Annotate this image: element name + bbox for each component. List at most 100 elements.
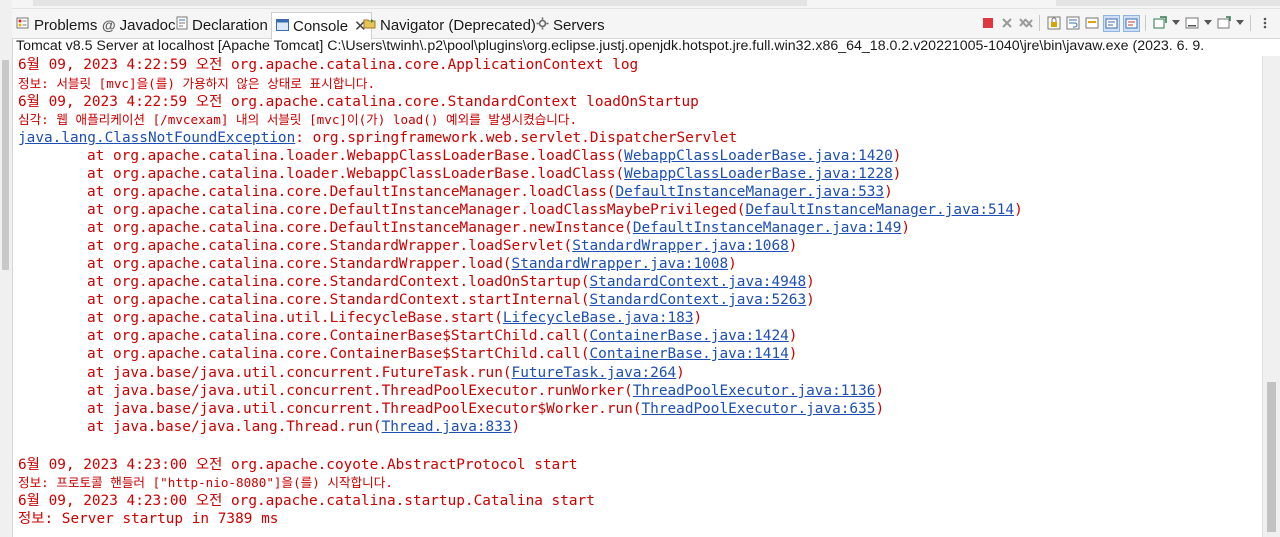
- scroll-lock-icon[interactable]: [1046, 15, 1062, 31]
- stack-frame-link[interactable]: WebappClassLoaderBase.java:1228: [624, 166, 893, 182]
- stack-frame-text: at org.apache.catalina.util.LifecycleBas…: [87, 310, 503, 326]
- servers-icon: [536, 17, 549, 34]
- stack-frame-text: at java.base/java.util.concurrent.Future…: [87, 365, 512, 381]
- tab-javadoc[interactable]: @ Javadoc: [102, 13, 176, 37]
- stack-frame-text: at org.apache.catalina.core.StandardWrap…: [87, 256, 512, 272]
- tab-declaration[interactable]: Declaration: [176, 13, 268, 37]
- stack-frame-end: ): [806, 274, 815, 290]
- tab-navigator[interactable]: Navigator (Deprecated): [363, 13, 536, 37]
- stack-frame: at java.base/java.util.concurrent.Future…: [18, 364, 685, 382]
- stack-frame-link[interactable]: ContainerBase.java:1424: [590, 328, 789, 344]
- toolbar-separator: [1145, 15, 1146, 31]
- remove-launch-icon[interactable]: [999, 15, 1015, 31]
- stack-frame-text: at org.apache.catalina.core.DefaultInsta…: [87, 184, 616, 200]
- word-wrap-icon[interactable]: [1065, 15, 1081, 31]
- stack-frame-link[interactable]: StandardContext.java:4948: [590, 274, 807, 290]
- stack-frame-link[interactable]: LifecycleBase.java:183: [503, 310, 694, 326]
- stack-frame: at org.apache.catalina.core.DefaultInsta…: [18, 183, 893, 201]
- exception-message: : org.springframework.web.servlet.Dispat…: [295, 130, 738, 146]
- tab-servers[interactable]: Servers: [536, 13, 605, 37]
- stack-frame: at org.apache.catalina.core.DefaultInsta…: [18, 219, 910, 237]
- stack-frame-link[interactable]: DefaultInstanceManager.java:149: [633, 220, 902, 236]
- stack-frame-text: at org.apache.catalina.core.ContainerBas…: [87, 328, 590, 344]
- stack-frame: at org.apache.catalina.core.StandardCont…: [18, 273, 815, 291]
- stack-frame-end: ): [788, 328, 798, 344]
- console-line: 정보: Server startup in 7389 ms: [18, 511, 279, 527]
- stack-frame: at org.apache.catalina.core.ContainerBas…: [18, 327, 797, 345]
- stack-frame-link[interactable]: DefaultInstanceManager.java:514: [745, 202, 1014, 218]
- dropdown-chevron-icon[interactable]: [1203, 15, 1213, 31]
- stack-frame: at java.base/java.util.concurrent.Thread…: [18, 400, 884, 418]
- stack-frame-text: at java.base/java.lang.Thread.run(: [87, 419, 382, 435]
- console-line: 6월 09, 2023 4:22:59 오전 org.apache.catali…: [18, 94, 699, 110]
- stack-frame-end: ): [693, 310, 703, 326]
- view-tab-bar: Problems @ Javadoc Declaration Console ✕…: [12, 9, 1280, 40]
- exception-line: java.lang.ClassNotFoundException: org.sp…: [18, 129, 737, 147]
- stack-frame-end: ): [788, 238, 798, 254]
- stack-frame-end: ): [788, 346, 798, 362]
- console-scroll-thumb[interactable]: [1267, 382, 1276, 532]
- stack-frame-end: ): [892, 166, 902, 182]
- console-line: 정보: 프로토콜 핸들러 ["http-nio-8080"]을(를) 시작합니다…: [18, 475, 393, 490]
- remove-all-terminated-icon[interactable]: [1018, 15, 1034, 31]
- stack-frame-link[interactable]: StandardWrapper.java:1008: [512, 256, 729, 272]
- stack-frame-link[interactable]: StandardContext.java:5263: [590, 292, 807, 308]
- tab-console-label: Console: [293, 17, 349, 35]
- display-selected-console-icon[interactable]: [1152, 15, 1168, 31]
- tab-javadoc-label: Javadoc: [119, 16, 176, 34]
- show-on-stderr-icon[interactable]: [1102, 14, 1120, 32]
- stack-frame-link[interactable]: Thread.java:833: [382, 419, 512, 435]
- console-line: 6월 09, 2023 4:23:00 오전 org.apache.coyote…: [18, 457, 578, 473]
- stack-frame-link[interactable]: WebappClassLoaderBase.java:1420: [624, 148, 893, 164]
- stack-frame-end: ): [728, 256, 737, 272]
- tab-navigator-label: Navigator (Deprecated): [380, 16, 536, 34]
- navigator-icon: [363, 17, 376, 34]
- stack-frame: at org.apache.catalina.core.StandardWrap…: [18, 237, 797, 255]
- open-console-chevron-icon[interactable]: [1235, 15, 1245, 31]
- console-process-title: Tomcat v8.5 Server at localhost [Apache …: [16, 38, 1205, 54]
- stack-frame-link[interactable]: FutureTask.java:264: [512, 365, 677, 381]
- tab-declaration-label: Declaration: [192, 16, 268, 34]
- exception-link[interactable]: java.lang.ClassNotFoundException: [18, 130, 295, 146]
- stack-frame: at java.base/java.util.concurrent.Thread…: [18, 382, 884, 400]
- terminate-icon[interactable]: [980, 15, 996, 31]
- tab-console[interactable]: Console ✕: [271, 12, 372, 40]
- more-menu-icon[interactable]: [1257, 15, 1273, 31]
- stack-frame-link[interactable]: ThreadPoolExecutor.java:1136: [633, 383, 876, 399]
- stack-frame-end: ): [1014, 202, 1023, 218]
- open-console-icon[interactable]: [1216, 15, 1232, 31]
- javadoc-icon: @: [102, 17, 116, 33]
- stack-frame-text: at org.apache.catalina.loader.WebappClas…: [87, 148, 625, 164]
- left-scroll-thumb[interactable]: [2, 60, 9, 270]
- tab-problems[interactable]: Problems: [16, 13, 97, 37]
- stack-frame: at org.apache.catalina.util.LifecycleBas…: [18, 309, 702, 327]
- left-scroll-gutter[interactable]: [0, 0, 13, 537]
- stack-frame-end: ): [676, 365, 685, 381]
- minimize-icon[interactable]: [1184, 15, 1200, 31]
- console-line: 정보: 서블릿 [mvc]을(를) 가용하지 않은 상태로 표시합니다.: [18, 76, 376, 91]
- view-menu-icon[interactable]: [1171, 15, 1181, 31]
- stack-frame-link[interactable]: ContainerBase.java:1414: [590, 346, 789, 362]
- toolbar-separator: [1250, 15, 1251, 31]
- stack-frame-text: at org.apache.catalina.core.ContainerBas…: [87, 346, 590, 362]
- stack-frame: at org.apache.catalina.core.StandardCont…: [18, 291, 815, 309]
- console-toolbar: [978, 12, 1274, 34]
- console-output[interactable]: 6월 09, 2023 4:22:59 오전 org.apache.catali…: [14, 56, 1262, 537]
- stack-frame-end: ): [511, 419, 521, 435]
- stack-frame-text: at org.apache.catalina.core.DefaultInsta…: [87, 202, 746, 218]
- console-vertical-scrollbar[interactable]: [1262, 56, 1280, 537]
- stack-frame-link[interactable]: ThreadPoolExecutor.java:635: [642, 401, 876, 417]
- stack-frame-link[interactable]: StandardWrapper.java:1068: [572, 238, 789, 254]
- stack-frame: at org.apache.catalina.core.ContainerBas…: [18, 345, 797, 363]
- pin-console-icon[interactable]: [1122, 14, 1140, 32]
- console-icon: [276, 18, 289, 35]
- stack-frame-text: at org.apache.catalina.core.StandardCont…: [87, 274, 590, 290]
- stack-frame-text: at java.base/java.util.concurrent.Thread…: [87, 401, 642, 417]
- console-line: 심각: 웹 애플리케이션 [/mvcexam] 내의 서블릿 [mvc]이(가)…: [18, 112, 578, 127]
- stack-frame-link[interactable]: DefaultInstanceManager.java:533: [616, 184, 885, 200]
- stack-frame: at org.apache.catalina.core.DefaultInsta…: [18, 201, 1023, 219]
- stack-frame-end: ): [884, 184, 893, 200]
- show-on-stdout-icon[interactable]: [1084, 15, 1100, 31]
- stack-frame-text: at org.apache.catalina.loader.WebappClas…: [87, 166, 625, 182]
- stack-frame: at org.apache.catalina.loader.WebappClas…: [18, 165, 901, 183]
